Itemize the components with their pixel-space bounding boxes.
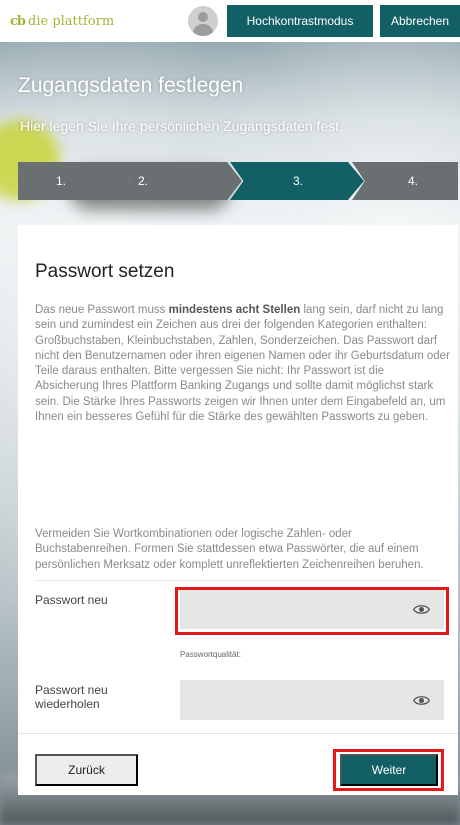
password-rules-text: Das neue Passwort muss mindestens acht S… xyxy=(35,304,450,424)
step-1: 1. xyxy=(18,162,130,200)
top-bar: cb die plattform Hochkontrastmodus Abbre… xyxy=(0,0,460,42)
logo-text: die plattform xyxy=(28,13,115,29)
brand-logo[interactable]: cb die plattform xyxy=(10,14,180,29)
card-title: Passwort setzen xyxy=(35,261,175,282)
repeat-password-label: Passwort neu wiederholen xyxy=(35,683,108,711)
next-button[interactable]: Weiter xyxy=(340,754,438,786)
repeat-password-field xyxy=(180,680,444,720)
page-title: Zugangsdaten festlegen xyxy=(18,74,244,97)
step-3-active: 3. xyxy=(230,162,364,200)
step-2: 2. xyxy=(118,162,242,200)
footer-divider xyxy=(18,733,458,734)
page-subtitle: Hier legen Sie Ihre persönlichen Zugangs… xyxy=(20,118,343,134)
step-4: 4. xyxy=(352,162,458,200)
new-password-input[interactable] xyxy=(180,589,444,629)
high-contrast-button[interactable]: Hochkontrastmodus xyxy=(227,5,373,37)
eye-icon[interactable] xyxy=(413,692,430,709)
password-card: Passwort setzen Das neue Passwort muss m… xyxy=(18,225,458,795)
new-password-label: Passwort neu xyxy=(35,593,108,607)
divider xyxy=(35,580,440,581)
password-quality-label: Passwortqualität: xyxy=(180,650,241,659)
avatar-icon[interactable] xyxy=(188,6,218,36)
new-password-field xyxy=(180,589,444,629)
repeat-password-input[interactable] xyxy=(180,680,444,720)
password-advice-text: Vermeiden Sie Wortkombinationen oder log… xyxy=(35,528,424,571)
cancel-button[interactable]: Abbrechen xyxy=(380,5,460,37)
logo-mark: cb xyxy=(10,13,26,29)
back-button[interactable]: Zurück xyxy=(35,754,138,786)
progress-steps: 1. 2. 3. 4. xyxy=(18,162,458,200)
eye-icon[interactable] xyxy=(413,601,430,618)
